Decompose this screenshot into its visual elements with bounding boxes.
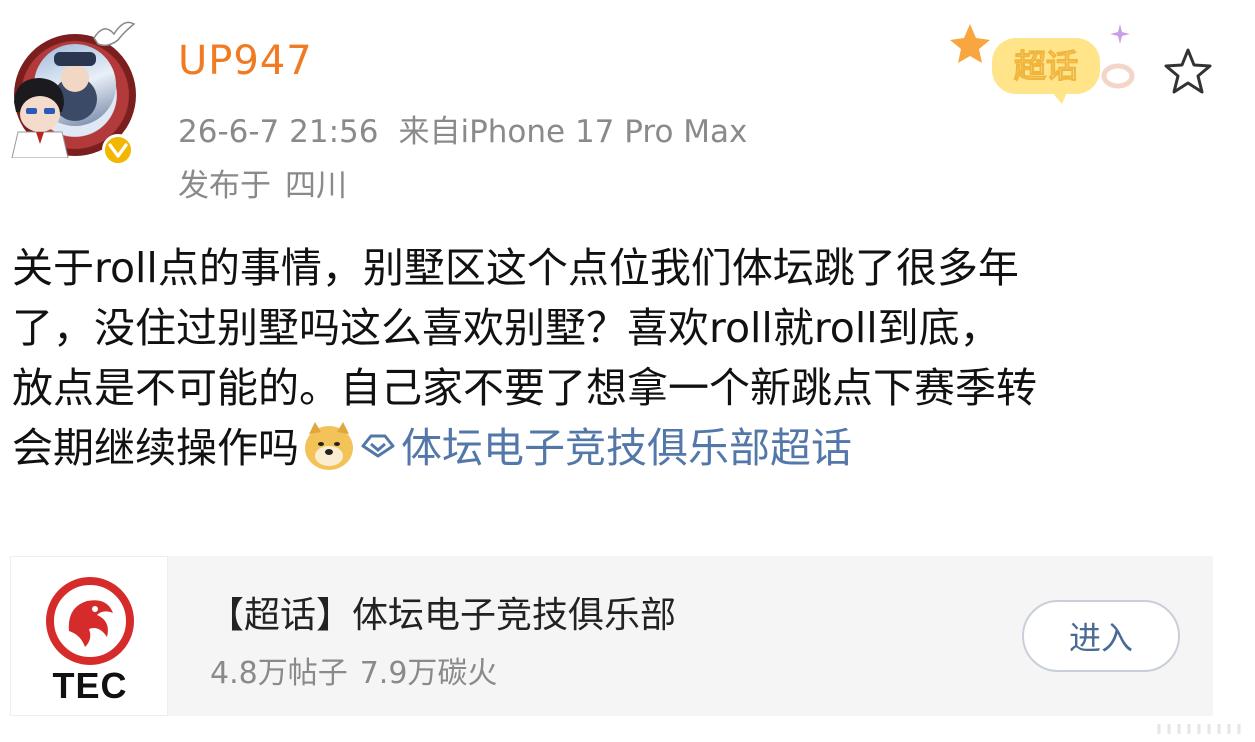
post-meta: 26-6-7 21:56 来自iPhone 17 Pro Max [178, 106, 767, 151]
content-line: 放点是不可能的。自己家不要了想拿一个新跳点下赛季转 [12, 364, 1037, 412]
tec-logo: TEC [10, 556, 168, 716]
favorite-star-icon[interactable] [1162, 46, 1214, 98]
location-prefix: 发布于 [178, 168, 271, 204]
post-content: 关于roll点的事情，别墅区这个点位我们体坛跳了很多年 了，没住过别墅吗这么喜欢… [12, 238, 1242, 478]
watermark-lines [1157, 724, 1241, 734]
card-stats: 4.8万帖子 7.9万碳火 [210, 648, 497, 692]
bird-icon [93, 21, 136, 47]
content-line: 了，没住过别墅吗这么喜欢别墅？喜欢roll就roll到底， [12, 304, 1001, 352]
post-source: 来自iPhone 17 Pro Max [398, 114, 748, 150]
content-line: 会期继续操作吗 [12, 424, 299, 472]
enter-button[interactable]: 进入 [1022, 600, 1180, 672]
tec-logo-text: TEC [52, 665, 128, 706]
content-line-last: 会期继续操作吗 体坛电子竞技俱乐部超话 [12, 418, 1242, 478]
verified-badge-icon [102, 134, 134, 166]
chaohua-badge-icon: 超话 [950, 24, 1135, 104]
avatar[interactable] [4, 14, 144, 166]
username[interactable]: UP947 [178, 38, 313, 84]
supertopic-card[interactable]: TEC 【超话】体坛电子竞技俱乐部 4.8万帖子 7.9万碳火 进入 [10, 556, 1213, 716]
chaohua-badge-label: 超话 [1014, 47, 1078, 85]
topic-link[interactable]: 体坛电子竞技俱乐部超话 [401, 424, 852, 472]
dragon-logo-icon [46, 577, 134, 665]
location-value: 四川 [285, 168, 347, 204]
chaohua-topic-icon [361, 434, 395, 458]
post-timestamp: 26-6-7 21:56 [178, 114, 379, 150]
doge-emoji-icon [305, 422, 353, 470]
posts-count: 4.8万帖子 [210, 656, 348, 691]
post-location: 发布于 四川 [178, 160, 347, 205]
card-title: 【超话】体坛电子竞技俱乐部 [208, 595, 677, 636]
content-line: 关于roll点的事情，别墅区这个点位我们体坛跳了很多年 [12, 244, 1019, 292]
chaohua-badge[interactable]: 超话 [950, 18, 1150, 108]
avatar-character-icon [11, 78, 69, 158]
heat-count: 7.9万碳火 [359, 656, 498, 691]
